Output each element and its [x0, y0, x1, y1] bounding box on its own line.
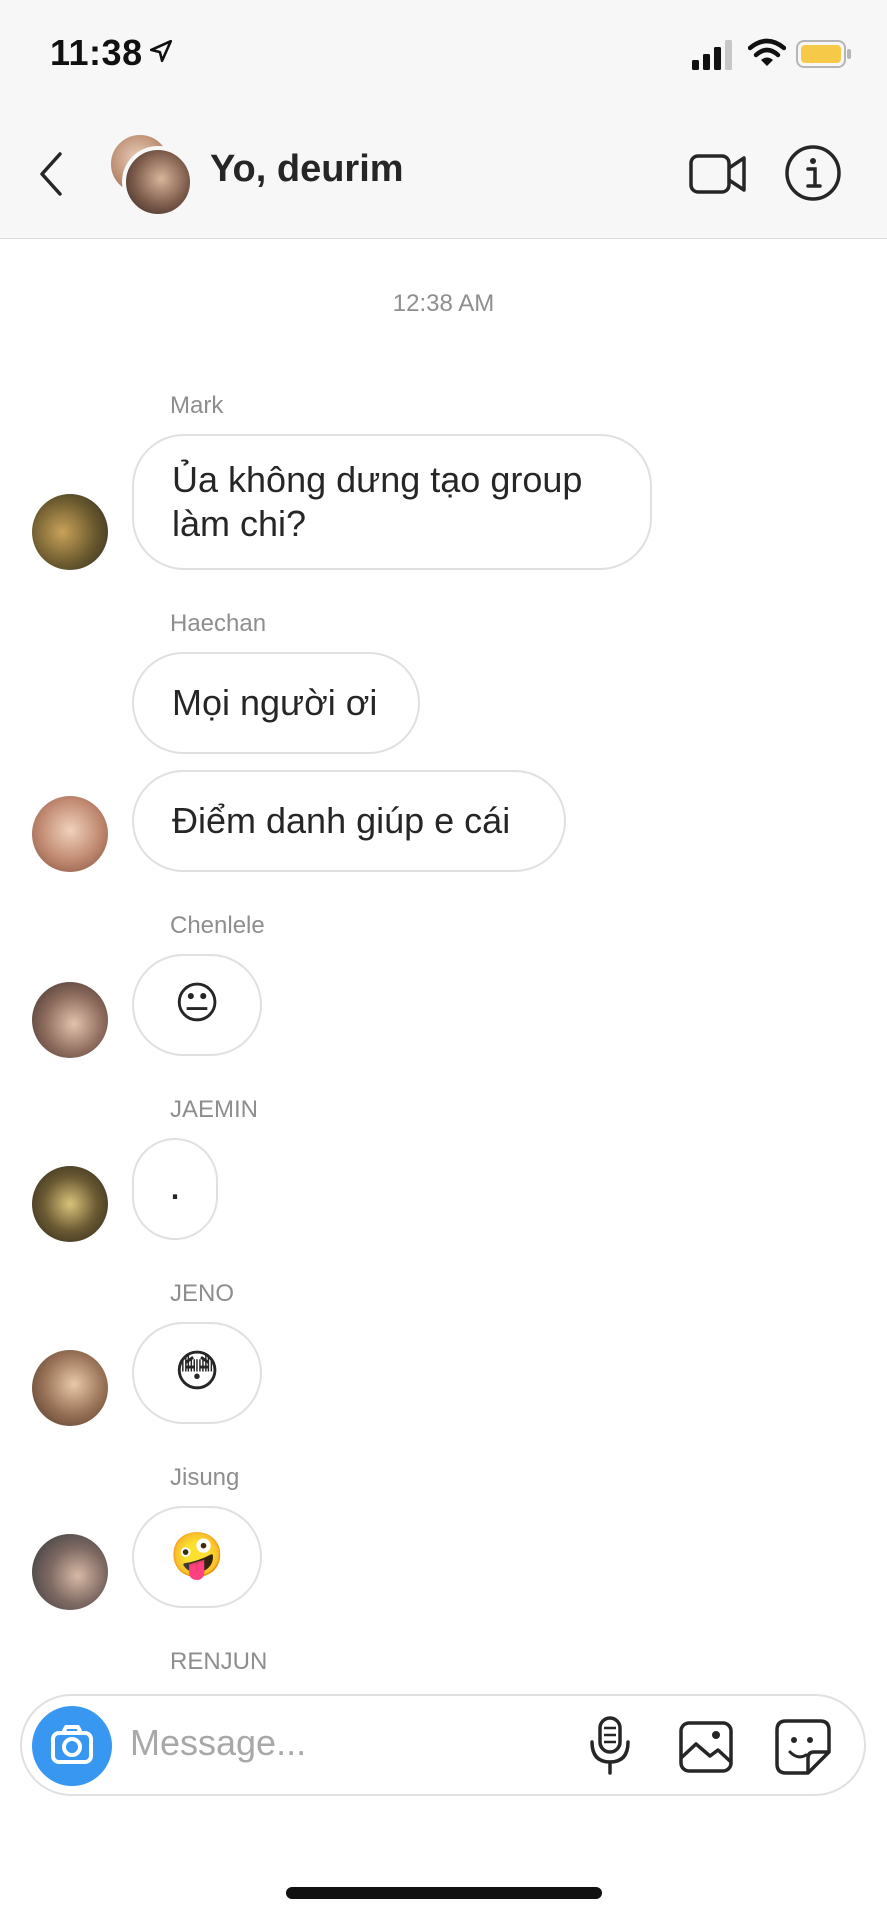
info-icon[interactable]: [784, 144, 842, 202]
camera-icon: [51, 1725, 93, 1764]
thread-timestamp: 12:38 AM: [392, 290, 495, 317]
sender-name: Chenlele: [170, 912, 265, 939]
back-chevron-icon[interactable]: [32, 146, 72, 202]
video-call-icon[interactable]: [688, 148, 748, 200]
message-emoji: 😳: [174, 1347, 220, 1396]
message-input[interactable]: Message...: [130, 1722, 470, 1764]
wifi-icon: [748, 38, 786, 66]
avatar-chenlele[interactable]: [32, 982, 108, 1058]
emoji-message-bubble[interactable]: 😐: [132, 954, 262, 1056]
avatar-jisung[interactable]: [32, 1534, 108, 1610]
emoji-message-bubble[interactable]: 😳: [132, 1322, 262, 1424]
microphone-icon[interactable]: [588, 1716, 632, 1776]
location-arrow-icon: [149, 39, 173, 63]
message-bubble[interactable]: .: [132, 1138, 218, 1240]
avatar-jaemin[interactable]: [32, 1166, 108, 1242]
cellular-signal-icon: [692, 40, 732, 70]
sender-name: Jisung: [170, 1464, 240, 1491]
message-text-line: Ủa không dưng tạo group: [172, 459, 583, 500]
gallery-icon[interactable]: [678, 1720, 734, 1774]
sticker-icon[interactable]: [774, 1718, 832, 1776]
sender-name: Mark: [170, 392, 224, 419]
avatar-haechan[interactable]: [32, 796, 108, 872]
message-bubble[interactable]: Mọi người ơi: [132, 652, 420, 754]
battery-icon: [796, 40, 851, 68]
message-text-line: Điểm danh giúp e cái: [172, 800, 511, 841]
message-text-line: Mọi người ơi: [172, 682, 378, 723]
sender-name: JAEMIN: [170, 1096, 259, 1123]
status-time: 11:38: [50, 32, 143, 73]
message-text-line: làm chi?: [172, 503, 307, 544]
message-text-line: .: [168, 1160, 182, 1209]
avatar-mark[interactable]: [32, 494, 108, 570]
message-bubble[interactable]: Ủa không dưng tạo group làm chi?: [132, 434, 652, 570]
sender-name: JENO: [170, 1280, 235, 1307]
message-composer: Message...: [20, 1694, 866, 1796]
emoji-message-bubble[interactable]: 🤪: [132, 1506, 262, 1608]
chat-title[interactable]: Yo, deurim: [210, 148, 404, 191]
avatar-jeno[interactable]: [32, 1350, 108, 1426]
message-bubble[interactable]: Điểm danh giúp e cái: [132, 770, 566, 872]
message-emoji: 🤪: [169, 1531, 225, 1580]
home-indicator[interactable]: [286, 1887, 602, 1899]
sender-name: RENJUN: [170, 1648, 268, 1675]
status-bar: 11:38: [0, 0, 887, 110]
group-avatar-primary[interactable]: [122, 146, 194, 218]
chat-header: Yo, deurim: [0, 110, 887, 239]
message-emoji: 😐: [174, 979, 220, 1028]
sender-name: Haechan: [170, 610, 267, 637]
camera-button[interactable]: [32, 1706, 112, 1786]
